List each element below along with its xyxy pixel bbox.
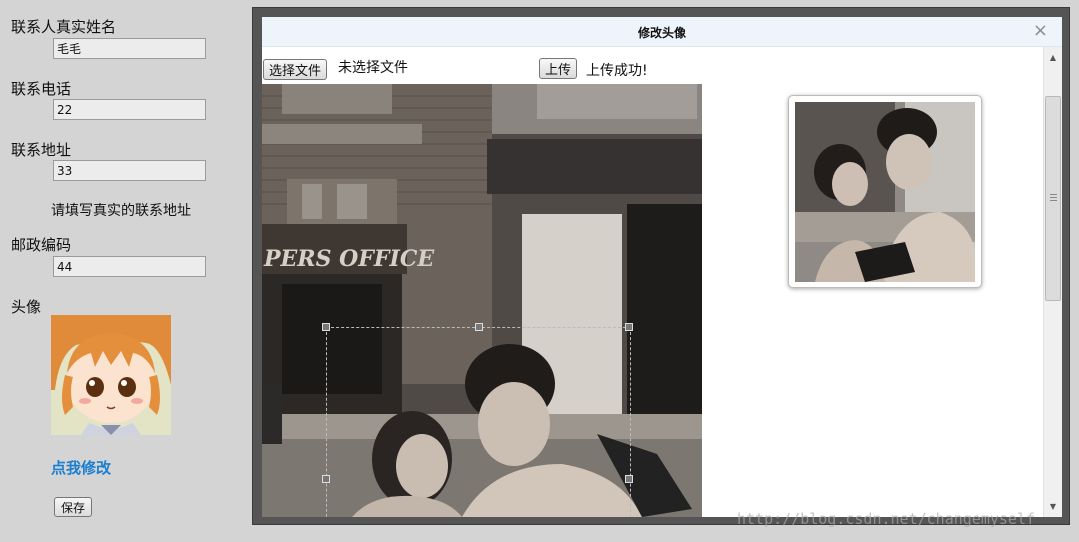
avatar-preview-image (795, 102, 975, 282)
edit-avatar-modal: 修改头像 × 选择文件 未选择文件 上传 上传成功! PERS OFFICE ▲… (252, 7, 1070, 525)
phone-label: 联系电话 (11, 80, 72, 98)
choose-file-button[interactable]: 选择文件 (263, 59, 328, 80)
watermark: http://blog.csdn.net/changemyself (737, 510, 1036, 528)
name-input[interactable] (53, 38, 206, 59)
crop-handle-top-right[interactable] (625, 323, 633, 331)
address-input[interactable] (53, 160, 206, 181)
source-photo[interactable]: PERS OFFICE (262, 84, 702, 517)
crop-handle-left[interactable] (322, 475, 330, 483)
file-status: 未选择文件 (338, 60, 408, 76)
photo-sign-text: PERS OFFICE (263, 246, 435, 272)
scroll-down-icon[interactable]: ▼ (1044, 499, 1062, 515)
edit-avatar-link[interactable]: 点我修改 (51, 457, 111, 478)
avatar-label: 头像 (11, 298, 42, 316)
crop-handle-top[interactable] (475, 323, 483, 331)
crop-handle-top-left[interactable] (322, 323, 330, 331)
phone-input[interactable] (53, 99, 206, 120)
scroll-grip-icon (1050, 194, 1057, 202)
avatar-preview (788, 95, 982, 288)
save-button[interactable]: 保存 (54, 497, 93, 517)
postcode-input[interactable] (53, 256, 206, 277)
modal-body: 修改头像 × 选择文件 未选择文件 上传 上传成功! PERS OFFICE ▲… (262, 17, 1062, 517)
avatar-image (51, 315, 171, 435)
name-label: 联系人真实姓名 (11, 18, 117, 36)
close-icon[interactable]: × (1033, 20, 1048, 41)
crop-handle-right[interactable] (625, 475, 633, 483)
upload-status: 上传成功! (586, 63, 648, 79)
address-hint: 请填写真实的联系地址 (51, 203, 191, 219)
contact-form: 联系人真实姓名 联系电话 联系地址 请填写真实的联系地址 邮政编码 头像 点我修… (0, 0, 250, 542)
modal-scrollbar[interactable]: ▲ ▼ (1043, 47, 1062, 517)
modal-titlebar: 修改头像 × (262, 17, 1062, 47)
address-label: 联系地址 (11, 141, 72, 159)
modal-title: 修改头像 (637, 26, 686, 40)
scroll-up-icon[interactable]: ▲ (1044, 50, 1062, 66)
scroll-thumb[interactable] (1045, 96, 1061, 301)
postcode-label: 邮政编码 (11, 236, 72, 254)
upload-button[interactable]: 上传 (539, 58, 578, 79)
crop-selection[interactable] (322, 323, 633, 517)
